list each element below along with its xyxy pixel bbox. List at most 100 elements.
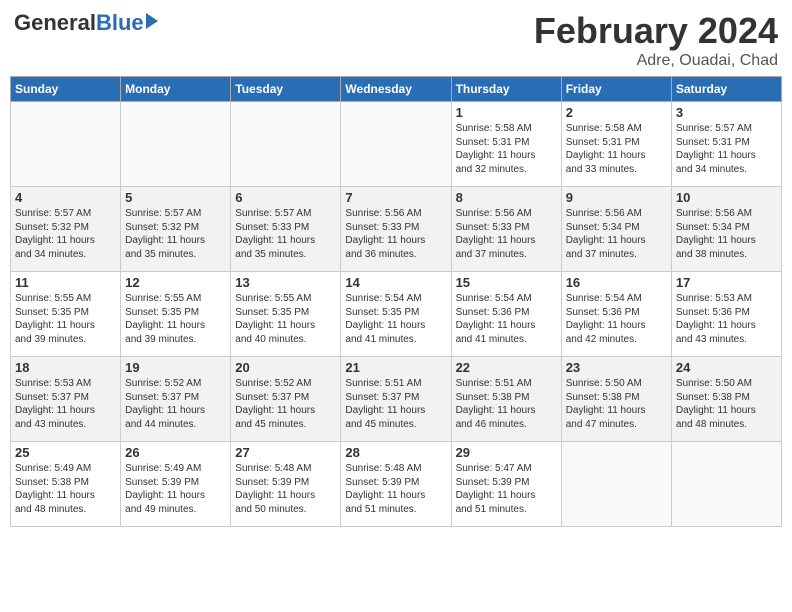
calendar-cell (671, 442, 781, 527)
header-thursday: Thursday (451, 77, 561, 102)
day-info: Sunrise: 5:56 AM Sunset: 5:33 PM Dayligh… (456, 207, 557, 261)
day-info: Sunrise: 5:56 AM Sunset: 5:33 PM Dayligh… (345, 207, 446, 261)
calendar-cell: 5 Sunrise: 5:57 AM Sunset: 5:32 PM Daylig… (121, 187, 231, 272)
calendar-cell: 24 Sunrise: 5:50 AM Sunset: 5:38 PM Dayli… (671, 357, 781, 442)
calendar-cell: 25 Sunrise: 5:49 AM Sunset: 5:38 PM Dayli… (11, 442, 121, 527)
day-info: Sunrise: 5:50 AM Sunset: 5:38 PM Dayligh… (676, 377, 777, 431)
day-number: 14 (345, 275, 446, 290)
day-number: 3 (676, 105, 777, 120)
day-info: Sunrise: 5:54 AM Sunset: 5:36 PM Dayligh… (456, 292, 557, 346)
day-info: Sunrise: 5:55 AM Sunset: 5:35 PM Dayligh… (15, 292, 116, 346)
day-info: Sunrise: 5:57 AM Sunset: 5:32 PM Dayligh… (125, 207, 226, 261)
day-info: Sunrise: 5:57 AM Sunset: 5:32 PM Dayligh… (15, 207, 116, 261)
day-info: Sunrise: 5:56 AM Sunset: 5:34 PM Dayligh… (676, 207, 777, 261)
calendar-cell: 6 Sunrise: 5:57 AM Sunset: 5:33 PM Daylig… (231, 187, 341, 272)
day-info: Sunrise: 5:58 AM Sunset: 5:31 PM Dayligh… (566, 122, 667, 176)
day-info: Sunrise: 5:48 AM Sunset: 5:39 PM Dayligh… (345, 462, 446, 516)
calendar-cell: 28 Sunrise: 5:48 AM Sunset: 5:39 PM Dayli… (341, 442, 451, 527)
calendar-cell: 7 Sunrise: 5:56 AM Sunset: 5:33 PM Daylig… (341, 187, 451, 272)
day-number: 5 (125, 190, 226, 205)
day-number: 24 (676, 360, 777, 375)
month-title: February 2024 (534, 10, 778, 52)
day-number: 16 (566, 275, 667, 290)
calendar-cell: 26 Sunrise: 5:49 AM Sunset: 5:39 PM Dayli… (121, 442, 231, 527)
week-row-5: 25 Sunrise: 5:49 AM Sunset: 5:38 PM Dayli… (11, 442, 782, 527)
calendar-table: SundayMondayTuesdayWednesdayThursdayFrid… (10, 76, 782, 527)
day-number: 1 (456, 105, 557, 120)
calendar-cell: 1 Sunrise: 5:58 AM Sunset: 5:31 PM Daylig… (451, 102, 561, 187)
calendar-cell: 27 Sunrise: 5:48 AM Sunset: 5:39 PM Dayli… (231, 442, 341, 527)
calendar-cell: 2 Sunrise: 5:58 AM Sunset: 5:31 PM Daylig… (561, 102, 671, 187)
location-title: Adre, Ouadai, Chad (534, 52, 778, 70)
day-number: 23 (566, 360, 667, 375)
day-info: Sunrise: 5:57 AM Sunset: 5:31 PM Dayligh… (676, 122, 777, 176)
calendar-cell: 29Sunrise: 5:47 AM Sunset: 5:39 PM Dayli… (451, 442, 561, 527)
day-info: Sunrise: 5:52 AM Sunset: 5:37 PM Dayligh… (125, 377, 226, 431)
day-number: 19 (125, 360, 226, 375)
day-number: 21 (345, 360, 446, 375)
calendar-cell: 13 Sunrise: 5:55 AM Sunset: 5:35 PM Dayli… (231, 272, 341, 357)
day-number: 27 (235, 445, 336, 460)
calendar-header-row: SundayMondayTuesdayWednesdayThursdayFrid… (11, 77, 782, 102)
header-saturday: Saturday (671, 77, 781, 102)
day-number: 15 (456, 275, 557, 290)
header-tuesday: Tuesday (231, 77, 341, 102)
header-sunday: Sunday (11, 77, 121, 102)
day-info: Sunrise: 5:55 AM Sunset: 5:35 PM Dayligh… (235, 292, 336, 346)
title-section: February 2024 Adre, Ouadai, Chad (534, 10, 778, 70)
day-number: 28 (345, 445, 446, 460)
week-row-4: 18Sunrise: 5:53 AM Sunset: 5:37 PM Dayli… (11, 357, 782, 442)
calendar-cell: 9Sunrise: 5:56 AM Sunset: 5:34 PM Daylig… (561, 187, 671, 272)
day-info: Sunrise: 5:54 AM Sunset: 5:36 PM Dayligh… (566, 292, 667, 346)
calendar-cell: 14 Sunrise: 5:54 AM Sunset: 5:35 PM Dayli… (341, 272, 451, 357)
day-number: 13 (235, 275, 336, 290)
calendar-cell: 18Sunrise: 5:53 AM Sunset: 5:37 PM Dayli… (11, 357, 121, 442)
logo-arrow-icon (146, 13, 158, 29)
day-info: Sunrise: 5:51 AM Sunset: 5:37 PM Dayligh… (345, 377, 446, 431)
day-number: 22 (456, 360, 557, 375)
day-info: Sunrise: 5:58 AM Sunset: 5:31 PM Dayligh… (456, 122, 557, 176)
day-info: Sunrise: 5:49 AM Sunset: 5:38 PM Dayligh… (15, 462, 116, 516)
day-number: 7 (345, 190, 446, 205)
calendar-cell: 22 Sunrise: 5:51 AM Sunset: 5:38 PM Dayli… (451, 357, 561, 442)
calendar-cell: 4Sunrise: 5:57 AM Sunset: 5:32 PM Daylig… (11, 187, 121, 272)
day-number: 26 (125, 445, 226, 460)
logo-blue-text: Blue (96, 10, 144, 36)
logo-general-text: General (14, 10, 96, 36)
header-wednesday: Wednesday (341, 77, 451, 102)
calendar-cell (231, 102, 341, 187)
day-info: Sunrise: 5:51 AM Sunset: 5:38 PM Dayligh… (456, 377, 557, 431)
day-info: Sunrise: 5:55 AM Sunset: 5:35 PM Dayligh… (125, 292, 226, 346)
calendar-cell: 20 Sunrise: 5:52 AM Sunset: 5:37 PM Dayli… (231, 357, 341, 442)
week-row-1: 1 Sunrise: 5:58 AM Sunset: 5:31 PM Daylig… (11, 102, 782, 187)
day-info: Sunrise: 5:54 AM Sunset: 5:35 PM Dayligh… (345, 292, 446, 346)
day-number: 2 (566, 105, 667, 120)
day-number: 11 (15, 275, 116, 290)
day-info: Sunrise: 5:52 AM Sunset: 5:37 PM Dayligh… (235, 377, 336, 431)
calendar-cell (341, 102, 451, 187)
calendar-cell: 16 Sunrise: 5:54 AM Sunset: 5:36 PM Dayli… (561, 272, 671, 357)
calendar-cell: 11 Sunrise: 5:55 AM Sunset: 5:35 PM Dayli… (11, 272, 121, 357)
day-number: 6 (235, 190, 336, 205)
header-friday: Friday (561, 77, 671, 102)
calendar-cell: 10Sunrise: 5:56 AM Sunset: 5:34 PM Dayli… (671, 187, 781, 272)
day-info: Sunrise: 5:49 AM Sunset: 5:39 PM Dayligh… (125, 462, 226, 516)
day-number: 20 (235, 360, 336, 375)
day-number: 17 (676, 275, 777, 290)
day-info: Sunrise: 5:48 AM Sunset: 5:39 PM Dayligh… (235, 462, 336, 516)
calendar-cell: 19 Sunrise: 5:52 AM Sunset: 5:37 PM Dayli… (121, 357, 231, 442)
day-number: 8 (456, 190, 557, 205)
calendar-cell: 8 Sunrise: 5:56 AM Sunset: 5:33 PM Daylig… (451, 187, 561, 272)
calendar-cell: 3 Sunrise: 5:57 AM Sunset: 5:31 PM Daylig… (671, 102, 781, 187)
day-info: Sunrise: 5:56 AM Sunset: 5:34 PM Dayligh… (566, 207, 667, 261)
day-number: 25 (15, 445, 116, 460)
calendar-cell (561, 442, 671, 527)
calendar-cell (121, 102, 231, 187)
day-info: Sunrise: 5:57 AM Sunset: 5:33 PM Dayligh… (235, 207, 336, 261)
week-row-3: 11 Sunrise: 5:55 AM Sunset: 5:35 PM Dayli… (11, 272, 782, 357)
calendar-cell: 21 Sunrise: 5:51 AM Sunset: 5:37 PM Dayli… (341, 357, 451, 442)
calendar-cell: 17Sunrise: 5:53 AM Sunset: 5:36 PM Dayli… (671, 272, 781, 357)
calendar-cell: 15 Sunrise: 5:54 AM Sunset: 5:36 PM Dayli… (451, 272, 561, 357)
calendar-cell: 12Sunrise: 5:55 AM Sunset: 5:35 PM Dayli… (121, 272, 231, 357)
header-monday: Monday (121, 77, 231, 102)
